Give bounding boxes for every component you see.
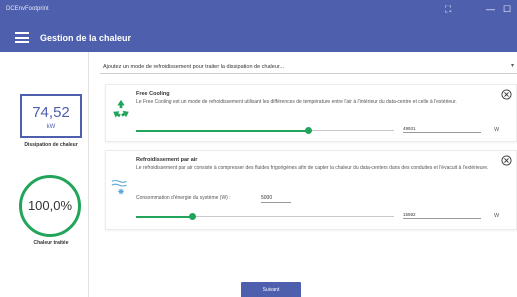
- heat-dissipation-box: 74,52 kW: [20, 94, 82, 138]
- app-title: DCEnvFootprint: [6, 6, 49, 12]
- page-header: Gestion de la chaleur: [0, 22, 517, 52]
- cooling-card-title: Refroidissement par air: [136, 157, 198, 163]
- close-icon[interactable]: [501, 155, 512, 166]
- cooling-card-description: Le Free Cooling est un mode de refroidis…: [136, 99, 457, 105]
- cooling-power-slider[interactable]: [136, 126, 394, 136]
- cooling-power-unit: W: [494, 127, 500, 133]
- heat-treated-label: Chaleur traitée: [33, 240, 69, 246]
- cooling-card-title: Free Cooling: [136, 91, 170, 97]
- slider-fill: [136, 215, 193, 218]
- energy-consumption-input[interactable]: 5000: [261, 193, 291, 203]
- page-title: Gestion de la chaleur: [40, 33, 132, 43]
- cooling-card-free-cooling: Free Cooling Le Free Cooling est un mode…: [105, 84, 517, 142]
- minimize-icon[interactable]: —: [486, 4, 495, 14]
- sidebar-divider: [88, 52, 89, 297]
- maximize-icon[interactable]: ☐: [503, 4, 511, 14]
- hamburger-menu-icon[interactable]: [15, 32, 29, 43]
- cooling-mode-select[interactable]: Ajoutez un mode de refroidissement pour …: [100, 60, 517, 74]
- heat-treated-value: 100,0%: [27, 198, 73, 213]
- heat-dissipation-unit: kW: [46, 124, 56, 130]
- cooling-card-description: Le refroidissement par air consiste à co…: [136, 165, 489, 171]
- recycle-icon: [113, 99, 129, 118]
- cooling-mode-select-placeholder: Ajoutez un mode de refroidissement pour …: [103, 64, 284, 70]
- heat-dissipation-label: Dissipation de chaleur: [24, 142, 78, 148]
- heat-treated-gauge: 100,0%: [19, 175, 81, 237]
- air-cooling-icon: [111, 179, 127, 195]
- slider-thumb[interactable]: [189, 213, 197, 220]
- cooling-card-air-cooling: Refroidissement par air Le refroidisseme…: [105, 150, 517, 230]
- cooling-power-unit: W: [494, 213, 500, 219]
- energy-consumption-label: Consommation d'énergie du système (W) :: [136, 195, 231, 201]
- heat-dissipation-value: 74,52: [32, 104, 70, 121]
- cooling-power-input[interactable]: 15592: [403, 209, 481, 219]
- slider-thumb[interactable]: [305, 127, 313, 134]
- next-button[interactable]: Suivant: [241, 282, 301, 297]
- fullscreen-icon[interactable]: ⛶: [445, 4, 451, 14]
- cooling-power-input[interactable]: 49931: [403, 123, 481, 133]
- slider-fill: [136, 129, 309, 132]
- close-icon[interactable]: [501, 89, 512, 100]
- cooling-power-slider[interactable]: [136, 212, 394, 222]
- caret-down-icon: ▾: [511, 63, 515, 69]
- window-titlebar: DCEnvFootprint ⛶ — ☐: [0, 0, 517, 22]
